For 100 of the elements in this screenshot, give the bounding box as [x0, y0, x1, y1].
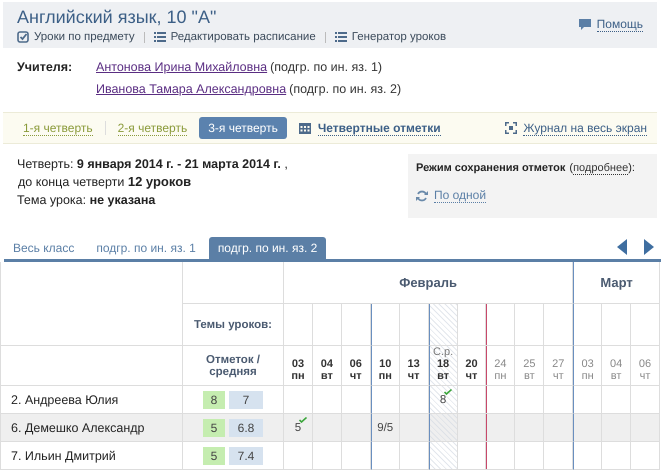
subgroup-note: (подгр. по ин. яз. 2) [289, 82, 402, 96]
day-date: 10 [379, 358, 392, 370]
mark-value: 8 [440, 394, 446, 406]
date-header-cell[interactable]: 03 пн [573, 346, 602, 386]
mark-cell[interactable] [602, 414, 632, 442]
mark-cell[interactable] [400, 414, 429, 442]
save-mode-label: Режим сохранения отметок [416, 162, 566, 174]
checkbox-icon [17, 31, 29, 43]
mark-cell[interactable] [631, 442, 660, 470]
mark-cell[interactable] [370, 442, 400, 470]
save-mode-link[interactable]: По одной [434, 188, 486, 203]
teacher-link[interactable]: Антонова Ирина Михайловна [96, 60, 268, 74]
mark-cell[interactable] [312, 442, 342, 470]
topic-cell[interactable] [486, 304, 516, 346]
topic-cell[interactable] [312, 304, 342, 346]
day-date: 27 [552, 358, 564, 370]
student-name: 7. Ильин Дмитрий [1, 442, 183, 470]
mark-value: 5 [294, 422, 302, 434]
marks-count: 5 [203, 446, 225, 464]
weekday-label: вт [610, 370, 622, 382]
date-header-cell[interactable]: 10 пн [370, 346, 400, 386]
refresh-icon [416, 190, 428, 202]
weekday-label: вт [524, 370, 535, 382]
day-date: 03 [292, 358, 304, 370]
list-icon [154, 31, 166, 43]
mark-cell[interactable] [602, 442, 632, 470]
mark-cell[interactable]: 9/5 [370, 414, 400, 442]
date-header-cell[interactable]: 27 чт [544, 346, 574, 386]
topic-cell[interactable] [573, 304, 602, 346]
date-header-cell[interactable]: 06 чт [342, 346, 371, 386]
average-mark: 6.8 [229, 418, 263, 436]
marks-count: 5 [203, 418, 225, 436]
topic-cell[interactable] [370, 304, 400, 346]
mark-cell[interactable] [486, 442, 516, 470]
mark-cell[interactable] [342, 442, 371, 470]
page-title: Английский язык, 10 "А" [17, 6, 218, 28]
fullscreen-link[interactable]: Журнал на весь экран [523, 120, 647, 136]
date-header-cell[interactable]: 25 вт [515, 346, 544, 386]
weekday-label: пн [582, 370, 594, 382]
day-date: 06 [638, 358, 652, 370]
mark-cell[interactable] [428, 414, 458, 442]
test-label: С.р. [432, 346, 454, 358]
calendar-icon [298, 122, 311, 134]
list-icon [334, 31, 347, 43]
toolbar-link[interactable]: Уроки по предмету [34, 31, 135, 43]
date-header-cell[interactable]: С.р. 18 вт [428, 346, 458, 386]
details-link[interactable]: подробнее [573, 162, 628, 175]
help-link[interactable]: Помощь [596, 17, 643, 32]
speech-bubble-icon [578, 18, 591, 30]
next-arrow-icon[interactable] [644, 239, 654, 255]
month-header: Февраль [284, 262, 574, 304]
quarter-marks-link[interactable]: Четвертные отметки [318, 120, 441, 136]
lesson-topic-text: Тема урока: не указана [17, 192, 156, 209]
mark-cell[interactable] [284, 442, 313, 470]
topic-cell[interactable] [342, 304, 371, 346]
toolbar-link[interactable]: Генератор уроков [352, 31, 446, 43]
previous-arrow-icon[interactable] [617, 239, 627, 255]
date-header-cell[interactable]: 04 вт [602, 346, 632, 386]
date-header-cell[interactable]: 24 пн [486, 346, 516, 386]
topic-cell[interactable] [428, 304, 458, 346]
mark-cell[interactable] [428, 442, 458, 470]
topic-cell[interactable] [458, 304, 486, 346]
mark-cell[interactable] [458, 442, 486, 470]
toolbar-link[interactable]: Редактировать расписание [170, 31, 316, 43]
date-header-cell[interactable]: 06 чт [631, 346, 660, 386]
mark-cell[interactable] [573, 414, 602, 442]
date-header-cell[interactable]: 20 чт [458, 346, 486, 386]
day-date: 24 [494, 358, 507, 370]
mark-cell[interactable] [312, 414, 342, 442]
mark-cell[interactable]: 8 [428, 386, 458, 414]
weekday-label: чт [350, 370, 362, 382]
average-mark: 7.4 [229, 446, 263, 464]
mark-cell[interactable] [458, 414, 486, 442]
subgroup-tab[interactable]: подгр. по ин. яз. 2 [208, 237, 326, 259]
date-header-cell[interactable]: 04 вт [312, 346, 342, 386]
quarter-tab[interactable]: 3-я четверть [199, 117, 287, 139]
mark-cell[interactable] [515, 442, 544, 470]
topic-cell[interactable] [544, 304, 574, 346]
mark-cell[interactable] [544, 442, 574, 470]
mark-cell[interactable] [342, 414, 371, 442]
mark-cell[interactable] [515, 414, 544, 442]
mark-cell[interactable]: 5 [284, 414, 313, 442]
weekday-label: вт [437, 370, 450, 382]
day-date: 06 [350, 358, 362, 370]
teacher-link[interactable]: Иванова Тамара Александровна [96, 82, 286, 96]
quarter-period-text: Четверть: 9 января 2014 г. - 21 марта 2014 г. , [17, 156, 288, 173]
paren-text: ): [628, 162, 635, 174]
date-header-cell[interactable]: 03 пн [284, 346, 313, 386]
topic-cell[interactable] [631, 304, 660, 346]
subgroup-tab[interactable]: Весь класс [4, 237, 84, 259]
topic-cell[interactable] [515, 304, 544, 346]
topic-cell[interactable] [284, 304, 313, 346]
topic-cell[interactable] [602, 304, 632, 346]
mark-value: 9/5 [377, 422, 394, 434]
mark-cell[interactable] [486, 414, 516, 442]
subgroup-note: (подгр. по ин. яз. 1) [270, 60, 382, 74]
mark-cell[interactable] [631, 414, 660, 442]
mark-cell[interactable] [544, 414, 574, 442]
mark-cell[interactable] [573, 442, 602, 470]
subgroup-tab[interactable]: подгр. по ин. яз. 1 [87, 237, 205, 259]
